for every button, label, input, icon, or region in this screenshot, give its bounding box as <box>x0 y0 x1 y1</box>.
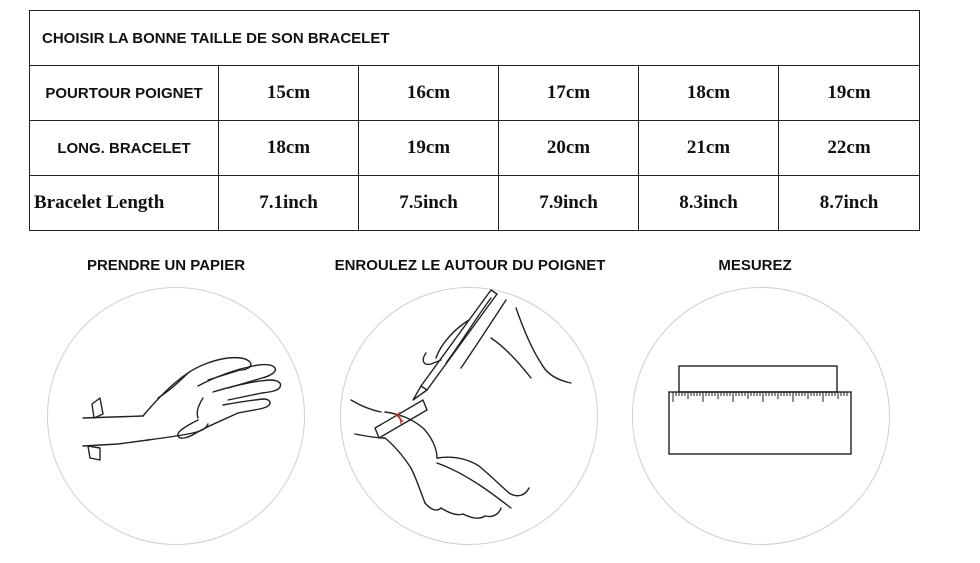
step-title-wrap: ENROULEZ LE AUTOUR DU POIGNET <box>334 257 606 274</box>
row-label: POURTOUR POIGNET <box>29 65 219 121</box>
table-row-bracelet-cm: LONG. BRACELET 18cm 19cm 20cm 21cm 22cm <box>29 120 921 176</box>
table-cell: 19cm <box>358 120 499 176</box>
table-cell: 7.1inch <box>218 175 359 231</box>
table-cell: 16cm <box>358 65 499 121</box>
table-cell: 22cm <box>777 120 921 176</box>
step-circle-wrap <box>340 287 598 545</box>
size-chart-table: CHOISIR LA BONNE TAILLE DE SON BRACELET … <box>28 10 921 231</box>
step-title-measure: MESUREZ <box>718 257 792 274</box>
table-cell: 7.5inch <box>358 175 499 231</box>
table-row-wrist: POURTOUR POIGNET 15cm 16cm 17cm 18cm 19c… <box>29 65 921 121</box>
hand-paper-icon <box>82 356 282 461</box>
row-label: LONG. BRACELET <box>29 120 219 176</box>
table-cell: 18cm <box>638 65 779 121</box>
step-title-paper: PRENDRE UN PAPIER <box>86 257 246 274</box>
step-circle-paper <box>47 287 305 545</box>
ruler-icon <box>668 365 852 455</box>
row-label: Bracelet Length <box>29 175 219 231</box>
step-circle-measure <box>632 287 890 545</box>
table-cell: 18cm <box>218 120 359 176</box>
table-row-bracelet-inch: Bracelet Length 7.1inch 7.5inch 7.9inch … <box>29 175 921 231</box>
wrap-wrist-icon <box>350 289 572 519</box>
table-cell: 19cm <box>777 65 921 121</box>
table-cell: 7.9inch <box>498 175 639 231</box>
table-title: CHOISIR LA BONNE TAILLE DE SON BRACELET <box>28 10 921 66</box>
table-cell: 8.7inch <box>777 175 921 231</box>
table-cell: 21cm <box>638 120 779 176</box>
table-cell: 17cm <box>498 65 639 121</box>
table-cell: 8.3inch <box>638 175 779 231</box>
table-cell: 20cm <box>498 120 639 176</box>
table-cell: 15cm <box>218 65 359 121</box>
